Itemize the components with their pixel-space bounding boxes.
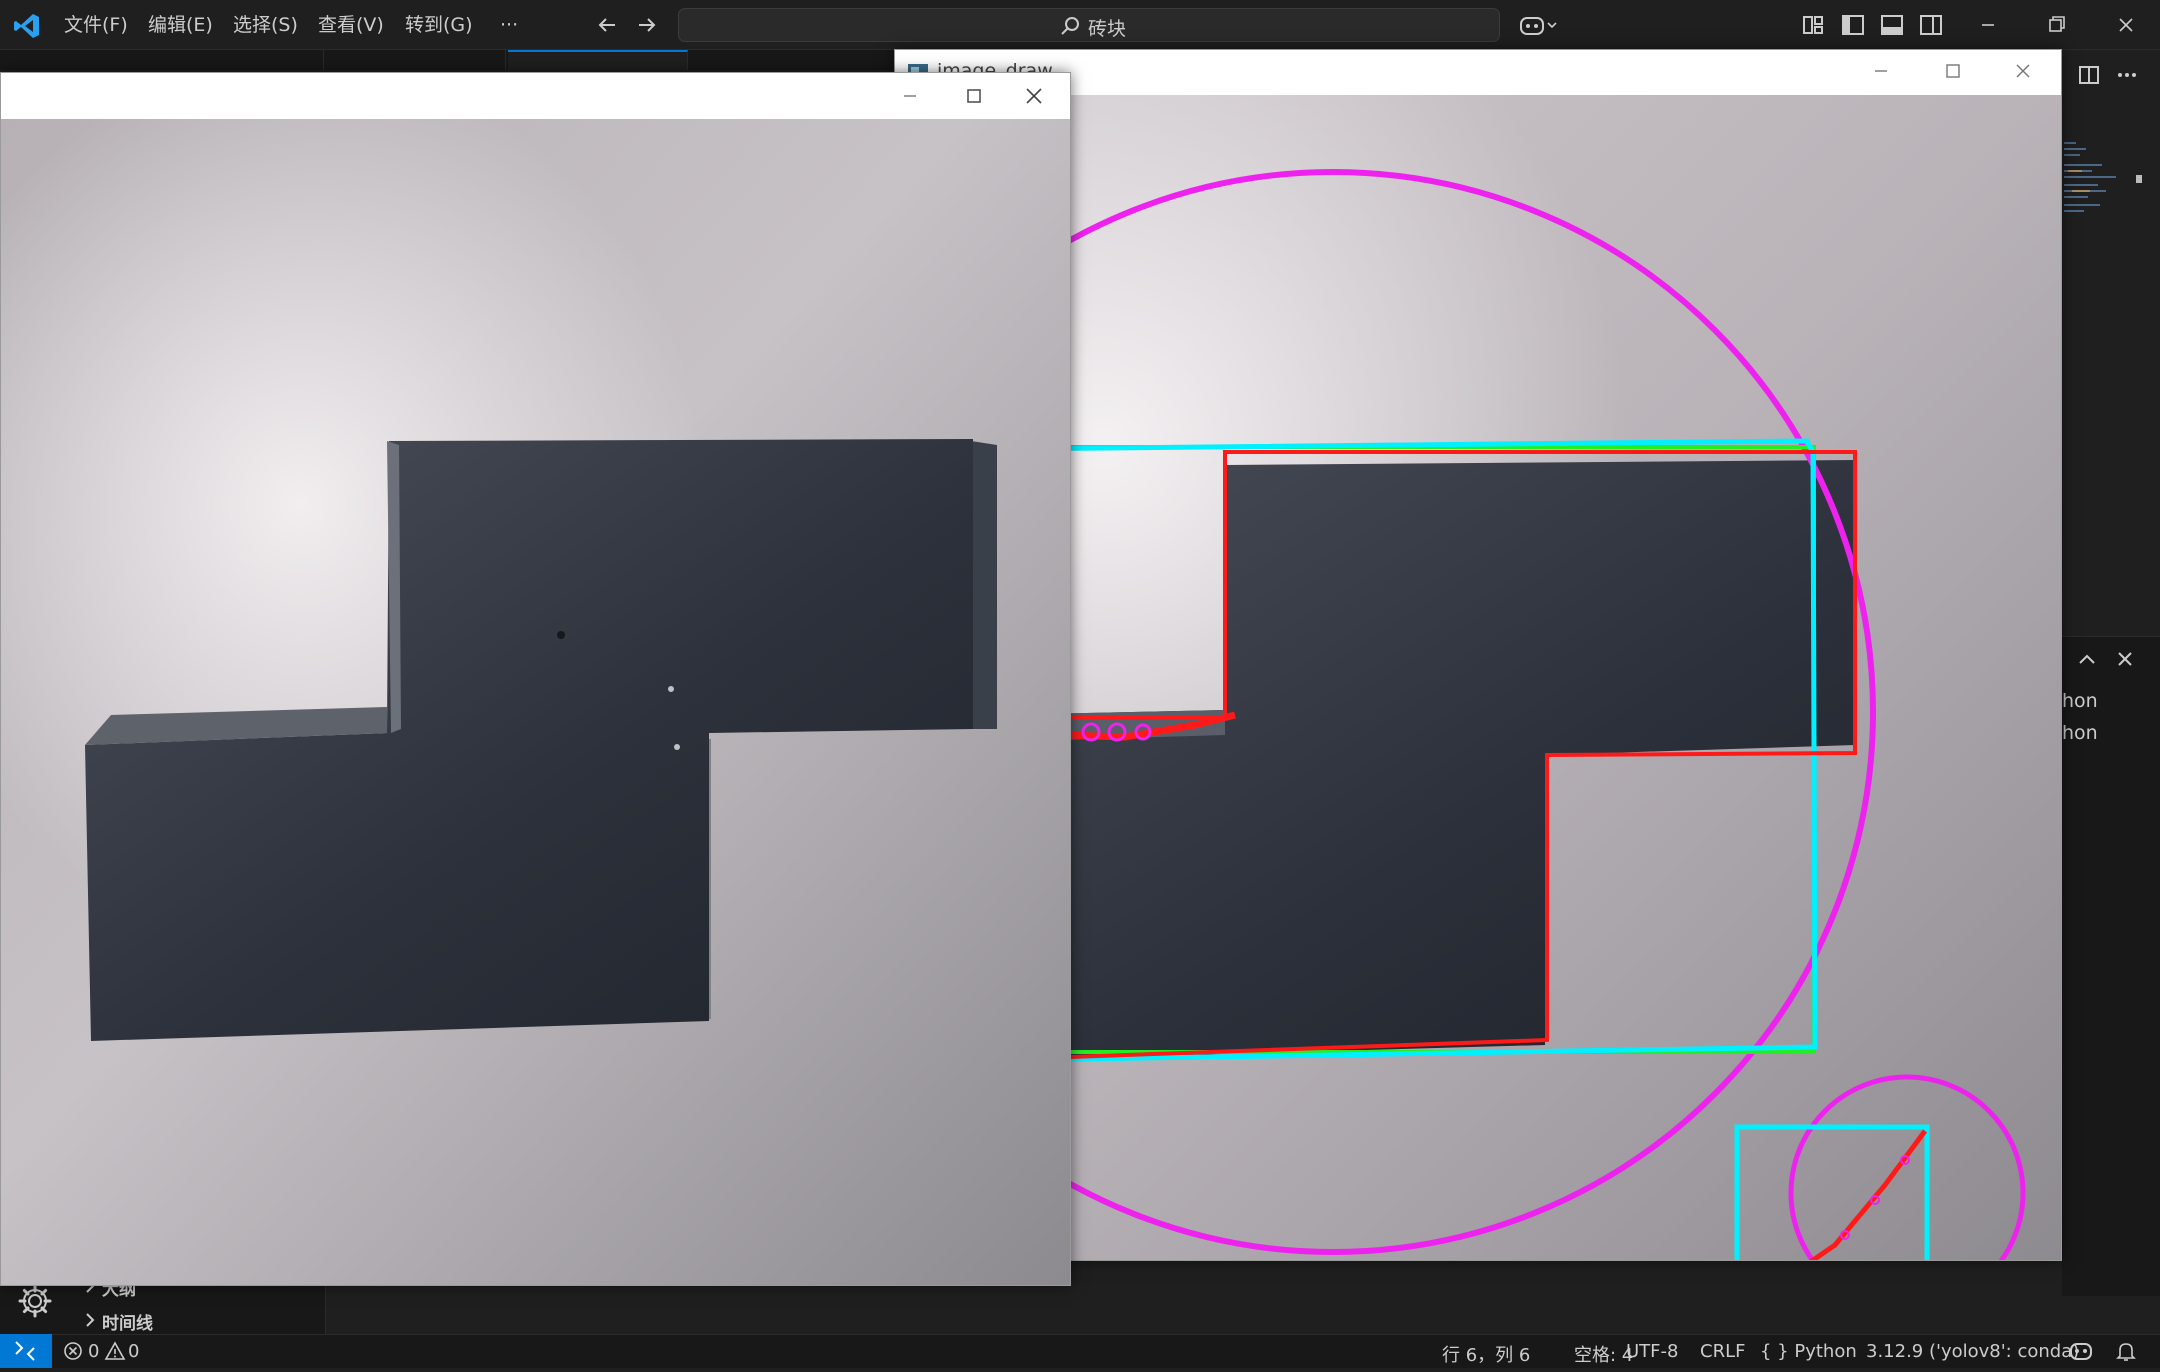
remote-indicator-button[interactable] [0,1334,52,1368]
editor-tab[interactable] [326,50,506,70]
close-button[interactable] [1014,79,1054,113]
minimize-button[interactable] [890,79,930,113]
original-photo-svg [1,119,1070,1285]
restore-button[interactable] [2034,8,2078,42]
end-of-line[interactable]: CRLF [1700,1341,1745,1362]
error-icon[interactable] [62,1340,84,1362]
close-button[interactable] [2003,54,2043,88]
vscode-logo-icon [12,11,42,41]
editor-tab-active[interactable] [508,50,688,70]
chevron-up-icon[interactable] [2074,646,2100,672]
encoding[interactable]: UTF-8 [1626,1341,1678,1362]
minimap[interactable] [2062,135,2142,225]
menu-goto[interactable]: 转到(G) [405,12,473,38]
command-center-label: 砖块 [1087,18,1126,40]
menu-edit[interactable]: 编辑(E) [148,12,213,38]
window-title-bar[interactable] [1,73,1070,119]
maximize-button[interactable] [954,79,994,113]
editor-tab[interactable] [74,50,324,70]
menu-selection[interactable]: 选择(S) [233,12,298,38]
split-editor-icon[interactable] [2074,60,2104,90]
back-arrow-icon[interactable] [592,10,622,40]
timeline-section[interactable]: 时间线 [102,1309,153,1334]
original-image-window[interactable] [0,72,1071,1286]
menu-view[interactable]: 查看(V) [318,12,384,38]
minimize-button[interactable] [1966,8,2010,42]
forward-arrow-icon[interactable] [632,10,662,40]
toggle-primary-sidebar-icon[interactable] [1840,12,1866,38]
toggle-panel-icon[interactable] [1879,12,1905,38]
more-actions-icon[interactable] [2112,60,2142,90]
close-icon[interactable] [2112,646,2138,672]
panel-text: hon [2062,690,2098,712]
copilot-status-icon[interactable] [2068,1339,2094,1363]
cursor-position[interactable]: 行 6，列 6 [1442,1341,1530,1367]
warning-icon[interactable] [104,1340,126,1362]
close-button[interactable] [2104,8,2148,42]
error-count[interactable]: 0 [88,1341,99,1362]
gear-icon[interactable] [16,1282,54,1320]
command-center-search[interactable]: 砖块 [678,8,1500,42]
notifications-bell-icon[interactable] [2114,1339,2138,1363]
panel-text: hon [2062,722,2098,744]
python-interpreter[interactable]: 3.12.9 ('yolov8': conda) [1866,1341,2079,1362]
minimize-button[interactable] [1861,54,1901,88]
copilot-icon[interactable] [1518,12,1558,38]
menu-more[interactable]: ··· [500,12,518,38]
chevron-right-icon[interactable] [80,1310,100,1330]
customize-layout-icon[interactable] [1800,12,1826,38]
language-mode[interactable]: { } Python [1760,1341,1857,1362]
toggle-secondary-sidebar-icon[interactable] [1918,12,1944,38]
warning-count[interactable]: 0 [128,1341,139,1362]
original-image [1,119,1070,1285]
editor-tab[interactable] [690,50,900,70]
menu-file[interactable]: 文件(F) [64,12,128,38]
maximize-button[interactable] [1933,54,1973,88]
indentation-setting[interactable]: 空格: 4 [1574,1341,1633,1367]
